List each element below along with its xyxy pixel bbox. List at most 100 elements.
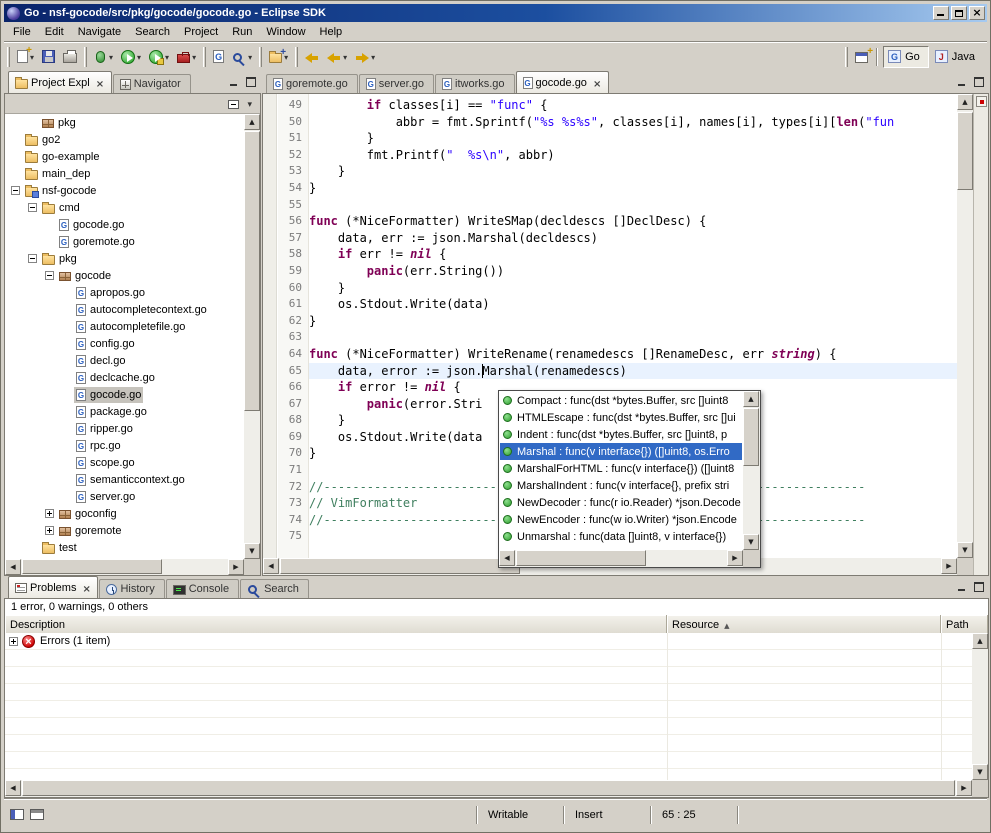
minimize-view-button[interactable] xyxy=(954,580,969,593)
menu-file[interactable]: File xyxy=(6,24,38,40)
tree-item-gocode[interactable]: gocode xyxy=(5,267,244,284)
expand-icon[interactable] xyxy=(9,637,18,646)
new-project-button[interactable] xyxy=(266,45,291,69)
collapse-icon[interactable] xyxy=(45,271,54,280)
tree-item-decl-go[interactable]: decl.go xyxy=(5,352,244,369)
close-button[interactable] xyxy=(969,6,985,20)
scroll-right-button[interactable] xyxy=(941,558,957,574)
tree-horizontal-scrollbar[interactable] xyxy=(5,559,244,575)
dropdown-arrow-icon[interactable] xyxy=(246,51,252,63)
collapse-icon[interactable] xyxy=(28,254,37,263)
completion-item[interactable]: Unmarshal : func(data []uint8, v interfa… xyxy=(500,528,742,545)
tree-vertical-scrollbar[interactable] xyxy=(244,114,260,559)
maximize-view-button[interactable] xyxy=(971,580,986,593)
completion-item[interactable]: Marshal : func(v interface{}) ([]uint8, … xyxy=(500,443,742,460)
editor-tab-goremote-go[interactable]: goremote.go xyxy=(266,74,358,93)
perspective-java[interactable]: Java xyxy=(931,46,983,68)
tree-item-apropos-go[interactable]: apropos.go xyxy=(5,284,244,301)
back-button[interactable] xyxy=(324,45,350,69)
completion-item[interactable]: Compact : func(dst *bytes.Buffer, src []… xyxy=(500,392,742,409)
column-header-resource[interactable]: Resource xyxy=(667,615,941,633)
menu-edit[interactable]: Edit xyxy=(38,24,71,40)
tree-item-scope-go[interactable]: scope.go xyxy=(5,454,244,471)
completion-item[interactable]: NewEncoder : func(w io.Writer) *json.Enc… xyxy=(500,511,742,528)
tree-item-rpc-go[interactable]: rpc.go xyxy=(5,437,244,454)
bottom-tab-console[interactable]: Console xyxy=(166,579,239,598)
scroll-down-button[interactable] xyxy=(972,764,988,780)
tree-item-nsf-gocode[interactable]: nsf-gocode xyxy=(5,182,244,199)
close-tab-icon[interactable] xyxy=(593,78,602,87)
close-tab-icon[interactable] xyxy=(82,583,91,592)
editor-vertical-scrollbar[interactable] xyxy=(957,94,973,558)
maximize-button[interactable] xyxy=(951,6,967,20)
expand-icon[interactable] xyxy=(45,509,54,518)
tree-item-declcache-go[interactable]: declcache.go xyxy=(5,369,244,386)
overview-ruler[interactable] xyxy=(973,94,988,575)
completion-item[interactable]: MarshalForHTML : func(v interface{}) ([]… xyxy=(500,460,742,477)
fast-view-icon[interactable] xyxy=(10,809,24,820)
menu-window[interactable]: Window xyxy=(259,24,312,40)
scroll-right-button[interactable] xyxy=(228,559,244,575)
tree-item-autocompletecontext-go[interactable]: autocompletecontext.go xyxy=(5,301,244,318)
popup-vertical-scrollbar[interactable] xyxy=(743,391,760,550)
collapse-icon[interactable] xyxy=(11,186,20,195)
popup-hscrollbar-thumb[interactable] xyxy=(516,550,646,566)
scroll-left-button[interactable] xyxy=(263,558,279,574)
menu-project[interactable]: Project xyxy=(177,24,225,40)
tree-item-package-go[interactable]: package.go xyxy=(5,403,244,420)
expand-icon[interactable] xyxy=(45,526,54,535)
scroll-up-button[interactable] xyxy=(244,114,260,130)
tree-item-semanticcontext-go[interactable]: semanticcontext.go xyxy=(5,471,244,488)
problems-vertical-scrollbar[interactable] xyxy=(972,633,988,780)
maximize-editor-button[interactable] xyxy=(971,75,986,88)
tree-item-pkg[interactable]: pkg xyxy=(5,250,244,267)
tree-item-test[interactable]: test xyxy=(5,539,244,556)
bottom-tab-search[interactable]: Search xyxy=(240,579,309,598)
new-go-file-button[interactable] xyxy=(210,45,227,69)
minimize-view-button[interactable] xyxy=(226,75,241,88)
tree-item-pkg[interactable]: pkg xyxy=(5,114,244,131)
debug-button[interactable] xyxy=(91,45,116,69)
menu-help[interactable]: Help xyxy=(313,24,350,40)
problems-row[interactable]: Errors (1 item) xyxy=(5,633,972,650)
popup-horizontal-scrollbar[interactable] xyxy=(499,550,743,567)
tree-item-go-example[interactable]: go-example xyxy=(5,148,244,165)
scroll-up-button[interactable] xyxy=(957,94,973,110)
editor-tab-gocode-go[interactable]: gocode.go xyxy=(516,71,609,93)
completion-item[interactable]: MarshalIndent : func(v interface{}, pref… xyxy=(500,477,742,494)
search-button[interactable] xyxy=(229,45,255,69)
tree-item-cmd[interactable]: cmd xyxy=(5,199,244,216)
dropdown-arrow-icon[interactable] xyxy=(190,51,196,63)
maximize-view-button[interactable] xyxy=(243,75,258,88)
tree-item-gocode-go[interactable]: gocode.go xyxy=(5,216,244,233)
dropdown-arrow-icon[interactable] xyxy=(369,51,375,63)
problems-hscrollbar-thumb[interactable] xyxy=(22,780,955,796)
minimize-editor-button[interactable] xyxy=(954,75,969,88)
popup-scrollbar-thumb[interactable] xyxy=(743,408,759,466)
editor-state-icon[interactable] xyxy=(30,809,44,820)
completion-item[interactable]: HTMLEscape : func(dst *bytes.Buffer, src… xyxy=(500,409,742,426)
tree-hscrollbar-thumb[interactable] xyxy=(22,559,162,574)
tree-item-server-go[interactable]: server.go xyxy=(5,488,244,505)
tree-item-autocompletefile-go[interactable]: autocompletefile.go xyxy=(5,318,244,335)
dropdown-arrow-icon[interactable] xyxy=(107,51,113,63)
perspective-go[interactable]: Go xyxy=(883,46,929,68)
tree-item-goremote[interactable]: goremote xyxy=(5,522,244,539)
print-button[interactable] xyxy=(60,45,80,69)
tree-item-ripper-go[interactable]: ripper.go xyxy=(5,420,244,437)
save-button[interactable] xyxy=(39,45,58,69)
editor-hscrollbar-thumb[interactable] xyxy=(280,558,520,574)
tree-item-go2[interactable]: go2 xyxy=(5,131,244,148)
menu-run[interactable]: Run xyxy=(225,24,259,40)
menu-search[interactable]: Search xyxy=(128,24,177,40)
column-header-path[interactable]: Path xyxy=(941,615,988,633)
scroll-left-button[interactable] xyxy=(5,780,21,796)
collapse-icon[interactable] xyxy=(28,203,37,212)
scroll-right-button[interactable] xyxy=(727,550,743,566)
tree-item-goconfig[interactable]: goconfig xyxy=(5,505,244,522)
bottom-tab-problems[interactable]: Problems xyxy=(8,576,98,598)
scroll-left-button[interactable] xyxy=(499,550,515,566)
column-header-description[interactable]: Description xyxy=(5,615,667,633)
run-button[interactable] xyxy=(118,45,144,69)
explorer-tab-project-expl[interactable]: Project Expl xyxy=(8,71,112,93)
